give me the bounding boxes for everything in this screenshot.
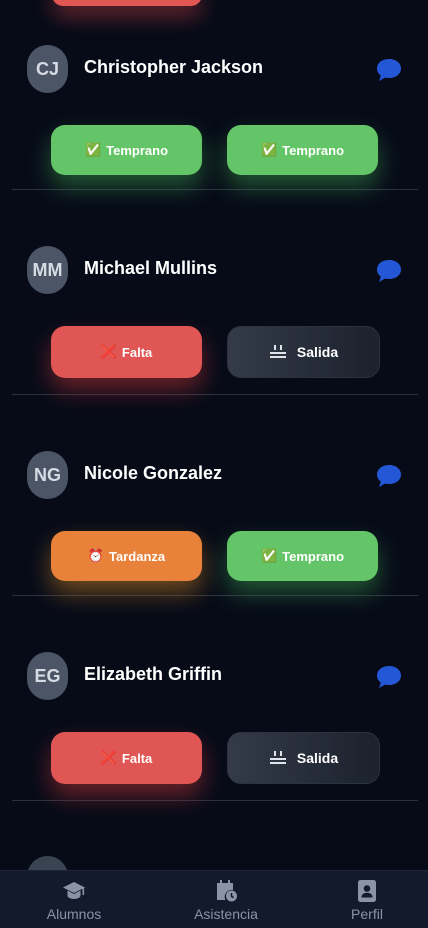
status-button-temprano[interactable]: ✅ Temprano [51,125,202,175]
status-button-label: Temprano [282,142,345,158]
comment-icon[interactable] [375,663,403,691]
status-button-label: Falta [121,750,153,766]
nav-label: Perfil [351,906,383,922]
student-header: CJ Christopher Jackson [27,45,403,93]
student-name: Christopher Jackson [84,57,264,77]
salida-icon [269,345,286,358]
nav-label: Asistencia [194,906,258,922]
nav-item-perfil[interactable]: Perfil [312,871,422,928]
salida-icon [269,751,286,764]
status-button-tardanza[interactable]: ⏰ Tardanza [51,531,202,581]
avatar: NG [27,451,68,499]
student-card: EG Elizabeth Griffin ❌ Falta Salida [12,652,418,801]
student-name: Michael Mullins [84,258,218,278]
status-button-label: Falta [121,344,153,360]
status-button-label: Salida [296,344,339,360]
avatar: MM [27,246,68,294]
nav-item-alumnos[interactable]: Alumnos [19,871,129,928]
avatar: CJ [27,45,68,93]
student-name: Elizabeth Griffin [84,664,223,684]
status-button-falta[interactable]: ❌ Falta [51,326,202,378]
student-card: NG Nicole Gonzalez ⏰ Tardanza ✅ Temprano [12,451,418,596]
attendance-screen: CJ Christopher Jackson ✅ Temprano ✅ Temp… [0,0,428,928]
comment-icon[interactable] [375,56,403,84]
check-icon: ✅ [84,142,102,157]
profile-badge-icon [358,880,376,902]
status-button-label: Temprano [106,142,169,158]
status-button-temprano[interactable]: ✅ Temprano [227,531,378,581]
cross-icon: ❌ [100,750,117,765]
check-icon: ✅ [260,548,278,563]
student-name: Nicole Gonzalez [84,463,223,483]
student-card: CJ Christopher Jackson ✅ Temprano ✅ Temp… [12,45,418,190]
check-icon: ✅ [260,142,278,157]
cross-icon: ❌ [100,344,117,359]
student-card: MM Michael Mullins ❌ Falta Salida [12,246,418,395]
student-header: MM Michael Mullins [27,246,403,294]
status-button-salida[interactable]: Salida [227,326,380,378]
student-header: EG Elizabeth Griffin [27,652,403,700]
avatar: EG [27,652,68,700]
status-button-falta[interactable]: ❌ Falta [51,732,202,784]
alarm-clock-icon: ⏰ [87,548,105,563]
comment-icon[interactable] [375,257,403,285]
nav-item-asistencia[interactable]: Asistencia [171,871,281,928]
status-button-salida[interactable]: Salida [227,732,380,784]
graduation-cap-icon [63,882,85,899]
previous-card-button-edge [52,0,202,6]
status-button-label: Temprano [282,548,345,564]
nav-label: Alumnos [46,906,102,922]
status-button-temprano[interactable]: ✅ Temprano [227,125,378,175]
status-button-label: Tardanza [109,548,166,564]
student-header: NG Nicole Gonzalez [27,451,403,499]
comment-icon[interactable] [375,462,403,490]
bottom-nav: Alumnos Asistencia Perfil [0,870,428,928]
calendar-clock-icon [217,880,237,902]
status-button-label: Salida [296,750,339,766]
